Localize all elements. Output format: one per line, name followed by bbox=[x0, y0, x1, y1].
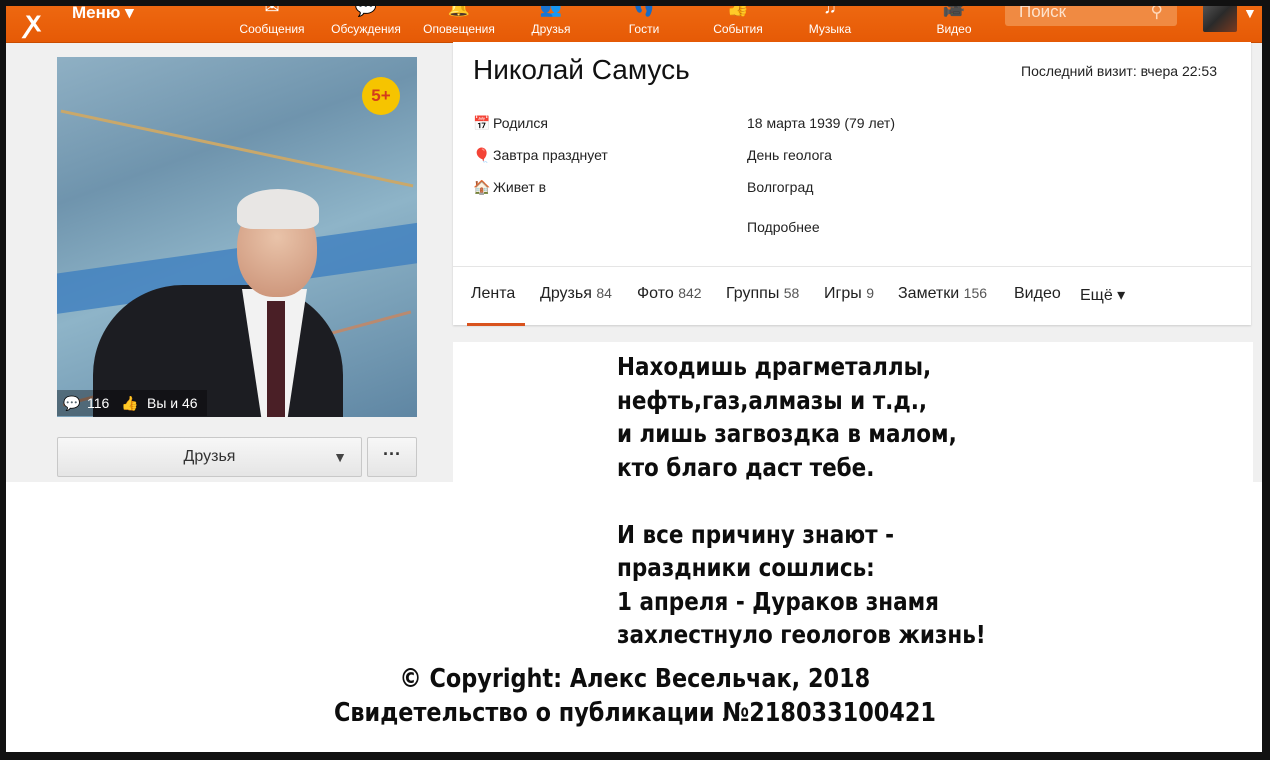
info-value-city[interactable]: Волгоград bbox=[747, 179, 813, 195]
nav-messages[interactable]: ✉ Сообщения bbox=[238, 0, 306, 42]
tab-count: 9 bbox=[866, 285, 874, 301]
comments-count[interactable]: 116 bbox=[87, 395, 109, 411]
tab-label: Друзья bbox=[540, 285, 592, 302]
tab-video[interactable]: Видео bbox=[1014, 285, 1061, 303]
tab-label: Группы bbox=[726, 285, 780, 302]
tab-label: Фото bbox=[637, 285, 674, 302]
person-tie bbox=[267, 301, 285, 417]
house-icon: 🏠 bbox=[473, 179, 491, 195]
nav-guests[interactable]: 👣 Гости bbox=[625, 0, 663, 42]
more-actions-button[interactable]: ··· bbox=[367, 437, 417, 477]
nav-label: Друзья bbox=[531, 22, 571, 36]
top-navigation-bar: ꭗ Меню ▾ ✉ Сообщения 💬 Обсуждения 🔔 Опов… bbox=[0, 0, 1270, 43]
like-icon: 👍 bbox=[121, 395, 139, 411]
info-row-lives: 🏠 Живет в bbox=[473, 179, 546, 196]
poem-line bbox=[617, 484, 986, 518]
tab-label: Ещё ▾ bbox=[1080, 287, 1126, 304]
nav-label: События bbox=[713, 22, 763, 36]
nav-label: Оповещения bbox=[423, 22, 495, 36]
nav-label: Сообщения bbox=[239, 22, 305, 36]
person-hair bbox=[237, 189, 319, 229]
tab-count: 842 bbox=[678, 285, 702, 301]
nav-friends[interactable]: 👥 Друзья bbox=[528, 0, 574, 42]
nav-video[interactable]: 🎥 Видео bbox=[934, 0, 974, 42]
info-label: Живет в bbox=[493, 179, 547, 195]
more-info-link[interactable]: Подробнее bbox=[747, 219, 820, 235]
poem-line: захлестнуло геологов жизнь! bbox=[617, 620, 986, 649]
poem-line: и лишь загвоздка в малом, bbox=[617, 419, 957, 448]
info-row-born: 📅 Родился bbox=[473, 115, 548, 132]
poem-line: И все причину знают - bbox=[617, 519, 895, 549]
events-icon: 👍 bbox=[726, 0, 750, 17]
info-value-born: 18 марта 1939 (79 лет) bbox=[747, 115, 896, 131]
certificate-text: Свидетельство о публикации №218033100421 bbox=[333, 698, 936, 728]
tab-label: Видео bbox=[1014, 285, 1061, 302]
tab-photos[interactable]: Фото 842 bbox=[637, 285, 702, 303]
copyright-line: © Copyright: Алекс Весельчак, 2018 bbox=[0, 664, 1270, 694]
search-input[interactable]: Поиск ⚲ bbox=[1005, 0, 1177, 26]
chevron-down-icon[interactable]: ▼ bbox=[1243, 5, 1257, 21]
divider bbox=[453, 266, 1251, 267]
profile-card: Николай Самусь Последний визит: вчера 22… bbox=[453, 42, 1251, 326]
tab-games[interactable]: Игры 9 bbox=[824, 285, 874, 303]
profile-photo[interactable] bbox=[57, 57, 417, 417]
balloons-icon: 🎈 bbox=[473, 147, 491, 163]
bell-icon: 🔔 bbox=[447, 0, 471, 17]
certificate-line: Свидетельство о публикации №218033100421 bbox=[0, 698, 1270, 728]
rating-badge[interactable]: 5+ bbox=[362, 77, 400, 115]
tab-more[interactable]: Ещё ▾ bbox=[1080, 285, 1125, 305]
nav-events[interactable]: 👍 События bbox=[709, 0, 767, 42]
poem-line: Находишь драгметаллы, bbox=[617, 352, 932, 381]
user-avatar[interactable] bbox=[1203, 0, 1237, 32]
video-icon: 🎥 bbox=[942, 0, 966, 17]
search-placeholder: Поиск bbox=[1019, 2, 1067, 21]
copyright-text: © Copyright: Алекс Весельчак, 2018 bbox=[399, 664, 871, 694]
nav-music[interactable]: ♫ Музыка bbox=[806, 0, 854, 42]
music-icon: ♫ bbox=[823, 0, 837, 17]
tab-feed[interactable]: Лента bbox=[471, 285, 515, 303]
profile-name: Николай Самусь bbox=[473, 54, 690, 85]
nav-label: Обсуждения bbox=[331, 22, 401, 36]
tab-count: 58 bbox=[783, 285, 800, 301]
ok-logo-icon[interactable]: ꭗ bbox=[26, 2, 41, 40]
friends-button[interactable]: Друзья ▼ bbox=[57, 437, 362, 477]
nav-discussions[interactable]: 💬 Обсуждения bbox=[328, 0, 404, 42]
tab-label: Игры bbox=[824, 285, 862, 302]
info-row-celebrates: 🎈 Завтра празднует bbox=[473, 147, 608, 164]
messages-icon: ✉ bbox=[264, 0, 280, 17]
poem-text: Находишь драгметаллы, нефть,газ,алмазы и … bbox=[617, 350, 986, 652]
poem-line: нефть,газ,алмазы и т.д., bbox=[617, 385, 928, 415]
search-icon[interactable]: ⚲ bbox=[1151, 2, 1163, 22]
friends-icon: 👥 bbox=[539, 0, 563, 17]
tab-count: 84 bbox=[596, 285, 612, 301]
discussions-icon: 💬 bbox=[354, 0, 378, 17]
last-visit: Последний визит: вчера 22:53 bbox=[1021, 63, 1217, 79]
tab-label: Лента bbox=[471, 285, 516, 302]
info-value-celebrates[interactable]: День геолога bbox=[747, 147, 832, 163]
nav-label: Музыка bbox=[808, 22, 852, 36]
menu-button[interactable]: Меню ▾ bbox=[72, 3, 134, 23]
photo-stats-bar: 💬 116 👍 Вы и 46 bbox=[57, 390, 207, 416]
nav-label: Видео bbox=[936, 22, 972, 36]
info-label: Родился bbox=[493, 115, 548, 131]
info-label: Завтра празднует bbox=[493, 147, 608, 163]
poem-line: праздники сошлись: bbox=[617, 553, 875, 582]
friends-button-label: Друзья bbox=[183, 448, 236, 465]
nav-label: Гости bbox=[628, 22, 660, 36]
poem-line: 1 апреля - Дураков знамя bbox=[617, 586, 939, 616]
guests-icon: 👣 bbox=[632, 0, 656, 17]
tab-groups[interactable]: Группы 58 bbox=[726, 285, 799, 303]
caret-down-icon: ▼ bbox=[333, 449, 347, 465]
tab-label: Заметки bbox=[898, 285, 960, 302]
likes-text[interactable]: Вы и 46 bbox=[147, 395, 198, 411]
tab-notes[interactable]: Заметки 156 bbox=[898, 285, 987, 303]
map-road bbox=[60, 109, 414, 188]
nav-notifications[interactable]: 🔔 Оповещения bbox=[420, 0, 498, 42]
calendar-icon: 📅 bbox=[473, 115, 491, 131]
poem-line: кто благо даст тебе. bbox=[617, 452, 875, 482]
tab-count: 156 bbox=[963, 285, 988, 301]
comment-icon: 💬 bbox=[63, 395, 81, 411]
active-tab-indicator bbox=[467, 323, 525, 326]
tab-friends[interactable]: Друзья 84 bbox=[540, 285, 612, 303]
